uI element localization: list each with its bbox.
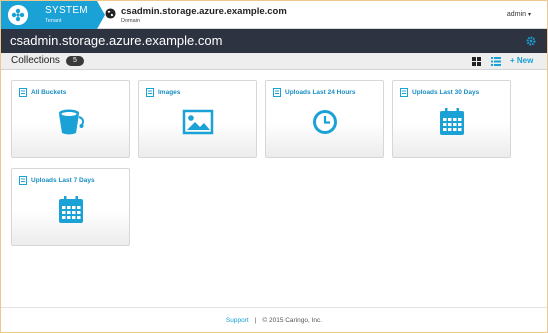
app-logo-icon [8,5,28,25]
collection-card-images[interactable]: Images [138,80,257,158]
collection-card-all-buckets[interactable]: All Buckets [11,80,130,158]
system-label: SYSTEM [45,5,88,16]
footer-separator: | [254,317,257,324]
new-collection-button[interactable]: + New [510,56,533,65]
image-icon [182,109,214,135]
gear-icon[interactable] [526,36,536,46]
footer: Support | © 2015 Caringo, Inc. [1,307,547,332]
collections-count-badge: 5 [66,56,84,66]
system-tenant-switcher[interactable]: SYSTEM Tenant [1,1,97,29]
collection-card-uploads-24-hours[interactable]: Uploads Last 24 Hours [265,80,384,158]
tenant-label: Tenant [45,18,62,24]
card-header: Uploads Last 30 Days [400,87,479,97]
chevron-down-icon: ▾ [527,12,531,18]
card-title: Uploads Last 7 Days [31,176,95,184]
card-title: Uploads Last 24 Hours [285,88,356,96]
collection-icon [146,87,154,97]
list-view-icon[interactable] [491,57,501,66]
collection-icon [273,87,281,97]
card-header: Uploads Last 7 Days [19,175,95,185]
user-name: admin [506,11,526,18]
card-header: Uploads Last 24 Hours [273,87,355,97]
support-link[interactable]: Support [226,317,249,324]
grid-view-icon[interactable] [472,57,481,66]
top-bar: SYSTEM Tenant csadmin.storage.azure.exam… [1,1,547,29]
calendar-icon [59,196,83,223]
domain-label: Domain [121,18,140,24]
card-title: All Buckets [31,88,67,96]
collection-card-uploads-7-days[interactable]: Uploads Last 7 Days [11,168,130,246]
collection-card-uploads-30-days[interactable]: Uploads Last 30 Days [392,80,511,158]
card-title: Images [158,88,181,96]
card-header: All Buckets [19,87,66,97]
title-bar: csadmin.storage.azure.example.com [1,29,547,53]
collection-icon [400,87,408,97]
calendar-icon [440,108,464,135]
copyright-text: © 2015 Caringo, Inc. [262,317,323,324]
card-header: Images [146,87,180,97]
domain-name[interactable]: csadmin.storage.azure.example.com [121,6,287,17]
collections-bar: Collections 5 + New [1,53,547,70]
collection-icon [19,87,27,97]
user-menu[interactable]: admin ▾ [507,11,531,18]
bucket-icon [59,109,84,135]
page-title: csadmin.storage.azure.example.com [10,33,223,48]
breadcrumb-arrow [97,1,105,29]
globe-icon [105,8,116,19]
card-title: Uploads Last 30 Days [412,88,480,96]
clock-icon [313,110,337,134]
collection-icon [19,175,27,185]
collections-label: Collections [11,55,60,66]
